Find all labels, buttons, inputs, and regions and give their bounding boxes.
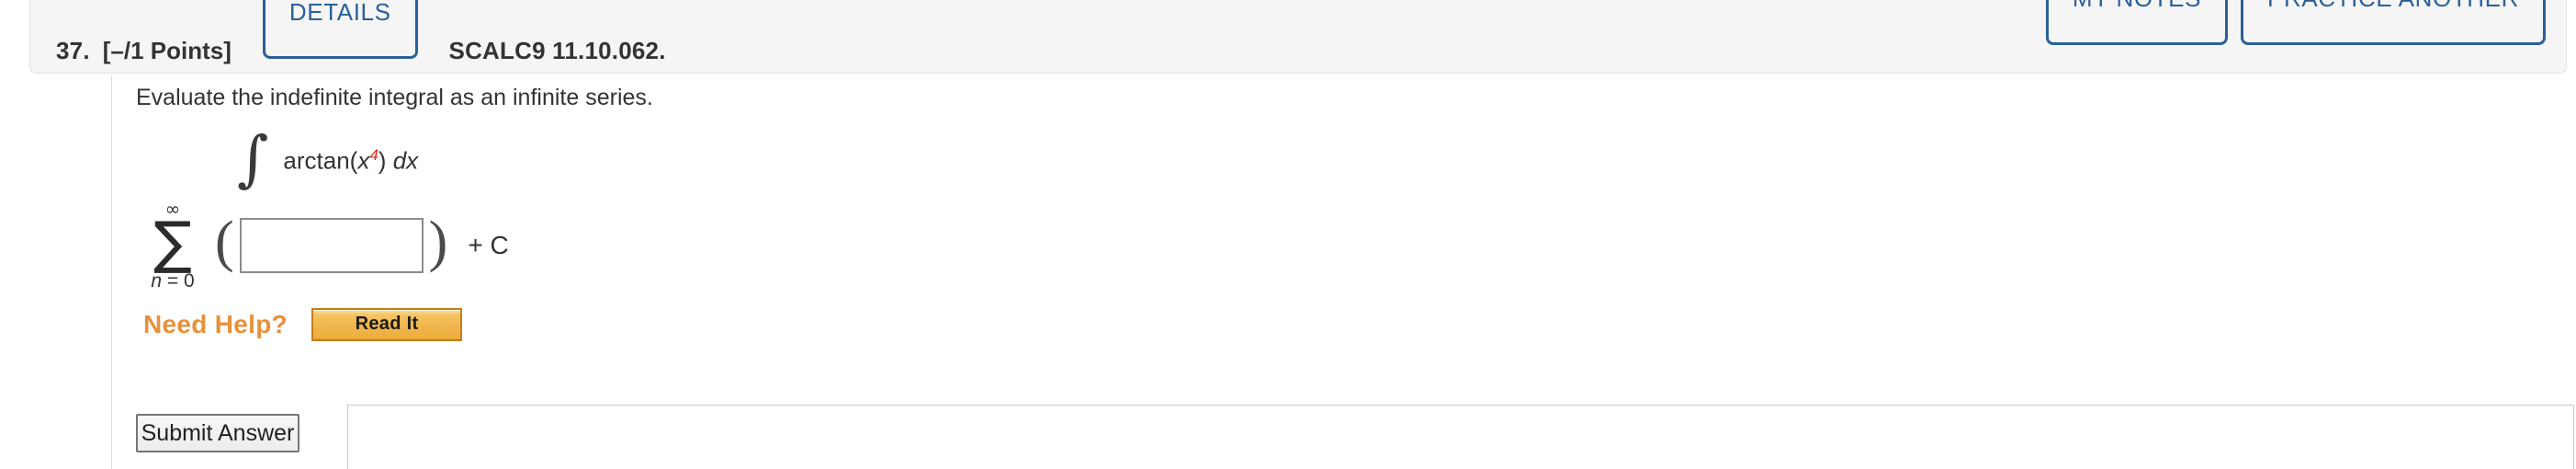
read-it-button-label: Read It (355, 314, 419, 334)
open-paren: ( (215, 210, 234, 273)
submit-answer-button[interactable]: Submit Answer (136, 414, 299, 452)
question-number: 37. (56, 36, 90, 64)
integrand-prefix: arctan( (283, 146, 358, 175)
integrand-variable: x (357, 146, 370, 175)
header-right-group: MY NOTES PRACTICE ANOTHER (2045, 0, 2566, 73)
my-notes-button-label: MY NOTES (2073, 0, 2201, 13)
answer-input[interactable] (239, 217, 424, 273)
textbook-reference: SCALC9 11.10.062. (448, 36, 666, 64)
practice-another-button[interactable]: PRACTICE ANOTHER (2241, 0, 2546, 45)
my-notes-button[interactable]: MY NOTES (2045, 0, 2229, 45)
answer-expression-row: ∞ ∑ n = 0 ( ) + C (136, 200, 2525, 291)
question-header-inner: 37. [–/1 Points] DETAILS SCALC9 11.10.06… (30, 0, 2566, 73)
plus-constant-label: + C (468, 231, 508, 260)
read-it-button[interactable]: Read It (311, 307, 463, 341)
points-badge: [–/1 Points] (102, 36, 232, 64)
summation-lower-limit: n = 0 (151, 271, 194, 291)
need-help-row: Need Help? Read It (143, 304, 2525, 345)
question-page: 37. [–/1 Points] DETAILS SCALC9 11.10.06… (0, 0, 2576, 469)
integrand-differential: dx (392, 146, 419, 175)
close-paren: ) (428, 210, 448, 273)
question-content: Evaluate the indefinite integral as an i… (136, 75, 2525, 345)
summation-index-eq: = (162, 270, 184, 292)
summation-index-var: n (151, 270, 163, 292)
submit-row: Submit Answer (136, 414, 299, 452)
summation-operator: ∞ ∑ n = 0 (136, 200, 209, 291)
question-header-panel: 37. [–/1 Points] DETAILS SCALC9 11.10.06… (29, 0, 2567, 74)
integrand-exponent: 4 (369, 145, 378, 164)
question-prompt: Evaluate the indefinite integral as an i… (136, 85, 653, 110)
integral-sign-icon: ∫ (237, 122, 269, 194)
integral-expression: ∫ arctan(x4) dx (237, 128, 2525, 189)
submit-answer-button-label: Submit Answer (141, 419, 295, 446)
summation-index-value: 0 (183, 270, 195, 292)
need-help-label: Need Help? (143, 309, 288, 338)
details-button[interactable]: DETAILS (262, 0, 418, 59)
details-button-label: DETAILS (288, 0, 391, 26)
plus-constant-text: + C (468, 230, 509, 259)
practice-another-button-label: PRACTICE ANOTHER (2267, 0, 2519, 13)
integrand-expression: arctan(x4) dx (283, 146, 418, 176)
header-left-group: 37. [–/1 Points] DETAILS SCALC9 11.10.06… (30, 0, 666, 73)
sigma-icon: ∑ (153, 208, 192, 276)
answer-viewer-panel (347, 405, 2574, 469)
content-left-divider (111, 75, 112, 469)
